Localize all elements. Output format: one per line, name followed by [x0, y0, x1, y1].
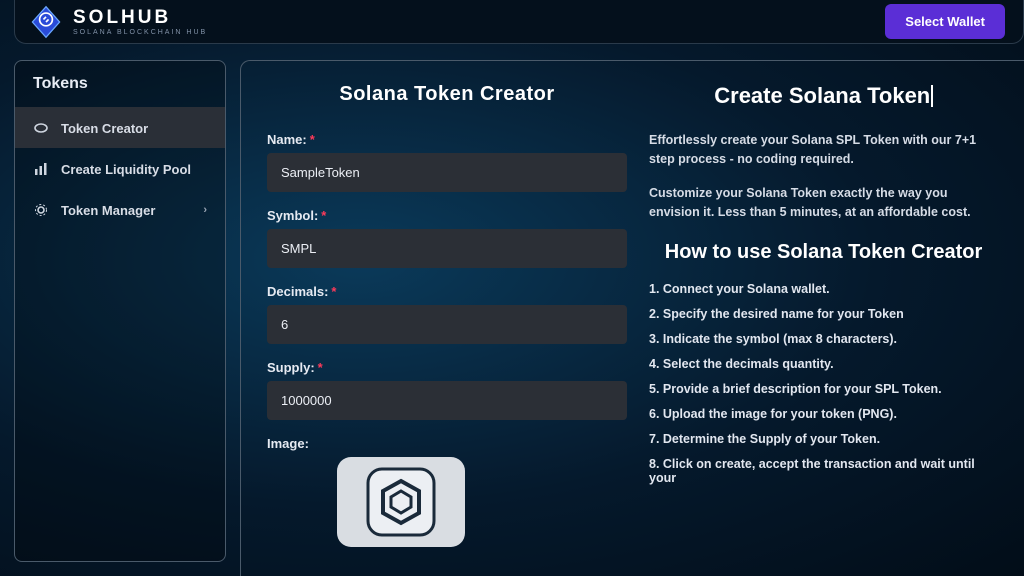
- sidebar-item-create-liquidity-pool[interactable]: Create Liquidity Pool: [15, 148, 225, 189]
- sidebar-item-label: Create Liquidity Pool: [61, 162, 191, 177]
- symbol-input[interactable]: [267, 229, 627, 268]
- token-image-icon: [356, 457, 446, 547]
- symbol-label: Symbol:*: [267, 208, 627, 223]
- howto-step: 2. Specify the desired name for your Tok…: [649, 307, 998, 321]
- name-input[interactable]: [267, 153, 627, 192]
- supply-label: Supply:*: [267, 360, 627, 375]
- howto-step: 7. Determine the Supply of your Token.: [649, 432, 998, 446]
- sidebar-item-token-manager[interactable]: Token Manager ›: [15, 189, 225, 230]
- howto-step: 8. Click on create, accept the transacti…: [649, 457, 998, 485]
- image-label: Image:: [267, 436, 627, 451]
- form-title: Solana Token Creator: [267, 83, 627, 106]
- chevron-right-icon: ›: [203, 204, 207, 216]
- brand-name: SOLHUB: [73, 8, 207, 27]
- image-upload[interactable]: [337, 457, 465, 547]
- supply-input[interactable]: [267, 381, 627, 420]
- name-label: Name:*: [267, 132, 627, 147]
- gear-icon: [33, 202, 49, 218]
- howto-step: 1. Connect your Solana wallet.: [649, 282, 998, 296]
- info-title: Create Solana Token: [649, 83, 998, 109]
- decimals-label: Decimals:*: [267, 284, 627, 299]
- main-panel: Solana Token Creator Name:* Symbol:* Dec…: [240, 60, 1024, 576]
- chart-icon: [33, 161, 49, 177]
- howto-step: 3. Indicate the symbol (max 8 characters…: [649, 332, 998, 346]
- sidebar-item-label: Token Creator: [61, 121, 148, 136]
- brand-subtitle: SOLANA BLOCKCHAIN HUB: [73, 29, 207, 36]
- howto-step: 4. Select the decimals quantity.: [649, 357, 998, 371]
- sidebar-item-label: Token Manager: [61, 203, 155, 218]
- howto-step: 5. Provide a brief description for your …: [649, 382, 998, 396]
- howto-title: How to use Solana Token Creator: [649, 241, 998, 264]
- coin-icon: [33, 120, 49, 136]
- info-panel: Create Solana Token Effortlessly create …: [649, 83, 998, 576]
- sidebar-item-token-creator[interactable]: Token Creator: [15, 107, 225, 148]
- top-bar: SOLHUB SOLANA BLOCKCHAIN HUB Select Wall…: [14, 0, 1024, 44]
- info-paragraph: Customize your Solana Token exactly the …: [649, 184, 998, 223]
- brand-logo-icon: [29, 5, 63, 39]
- token-form: Solana Token Creator Name:* Symbol:* Dec…: [267, 83, 627, 576]
- info-paragraph: Effortlessly create your Solana SPL Toke…: [649, 131, 998, 170]
- sidebar-heading: Tokens: [15, 61, 225, 107]
- sidebar: Tokens Token Creator Create Liquidity Po…: [14, 60, 226, 562]
- brand: SOLHUB SOLANA BLOCKCHAIN HUB: [29, 5, 207, 39]
- howto-step: 6. Upload the image for your token (PNG)…: [649, 407, 998, 421]
- select-wallet-button[interactable]: Select Wallet: [885, 4, 1005, 39]
- text-cursor-icon: [931, 85, 933, 107]
- decimals-input[interactable]: [267, 305, 627, 344]
